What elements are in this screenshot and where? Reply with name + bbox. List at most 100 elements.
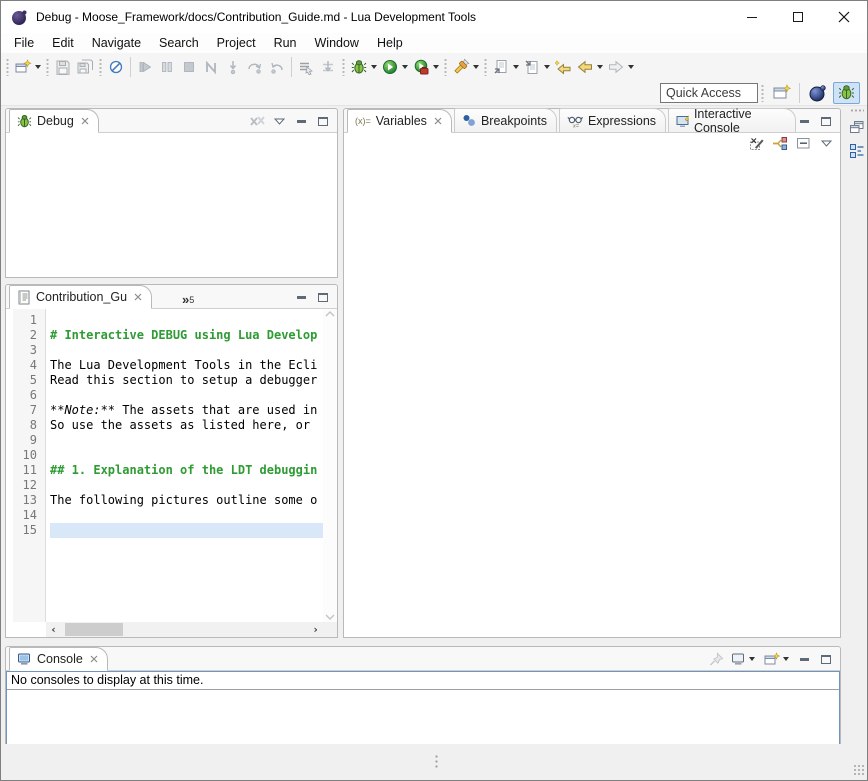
new-wizard-button[interactable] bbox=[12, 55, 43, 79]
menu-item[interactable]: Navigate bbox=[83, 34, 150, 52]
debug-panel-content[interactable] bbox=[6, 133, 337, 277]
lua-perspective-button[interactable] bbox=[804, 82, 831, 104]
console-message-area[interactable]: No consoles to display at this time. bbox=[6, 671, 840, 745]
debug-button[interactable] bbox=[348, 55, 379, 79]
search-button[interactable] bbox=[450, 55, 481, 79]
pin-console-button[interactable] bbox=[708, 652, 724, 666]
scrollbar-track[interactable] bbox=[61, 622, 308, 637]
editor-line[interactable]: 8 So use the assets as listed here, or bbox=[6, 418, 323, 433]
resume-button[interactable] bbox=[134, 55, 156, 79]
close-tab-button[interactable] bbox=[90, 655, 98, 663]
view-menu-button[interactable] bbox=[271, 114, 287, 128]
drop-to-frame-button[interactable] bbox=[317, 55, 339, 79]
toolbar-drag-handle[interactable] bbox=[760, 84, 765, 102]
skip-all-breakpoints-button[interactable] bbox=[105, 55, 127, 79]
editor-line[interactable]: 6 bbox=[6, 388, 323, 403]
previous-annotation-button[interactable] bbox=[521, 55, 552, 79]
trim-drag-handle[interactable] bbox=[850, 109, 864, 112]
toolbar-drag-handle[interactable] bbox=[45, 58, 50, 76]
menu-item[interactable]: Window bbox=[306, 34, 368, 52]
restore-views-button[interactable] bbox=[849, 120, 865, 135]
disconnect-button[interactable] bbox=[200, 55, 222, 79]
scrollbar-thumb[interactable] bbox=[65, 623, 123, 636]
editor-line[interactable]: 11 ## 1. Explanation of the LDT debuggin bbox=[6, 463, 323, 478]
collapse-all-button[interactable] bbox=[795, 136, 811, 150]
show-logical-structure-button[interactable] bbox=[772, 136, 788, 150]
external-tools-button[interactable] bbox=[410, 55, 441, 79]
last-edit-location-button[interactable] bbox=[552, 55, 574, 79]
tab-variables[interactable]: (x)= Variables bbox=[347, 109, 452, 133]
forward-button[interactable] bbox=[605, 55, 636, 79]
editor-line[interactable]: 7 **Note:** The assets that are used in bbox=[6, 403, 323, 418]
minimize-view-button[interactable] bbox=[796, 652, 812, 666]
open-console-button[interactable] bbox=[762, 652, 790, 666]
toolbar-drag-handle[interactable] bbox=[341, 58, 346, 76]
close-tab-button[interactable] bbox=[134, 293, 142, 301]
scroll-left-icon[interactable]: ‹ bbox=[46, 622, 61, 637]
minimize-view-button[interactable] bbox=[293, 114, 309, 128]
maximize-view-button[interactable] bbox=[315, 290, 331, 304]
tab-expressions[interactable]: x= Expressions bbox=[559, 108, 666, 132]
minimize-view-button[interactable] bbox=[796, 114, 812, 128]
tab-interactive-console[interactable]: Interactive Console bbox=[668, 108, 796, 132]
menu-item[interactable]: Search bbox=[150, 34, 208, 52]
editor-line[interactable]: 12 bbox=[6, 478, 323, 493]
step-return-button[interactable] bbox=[266, 55, 288, 79]
toolbar-drag-handle[interactable] bbox=[5, 58, 10, 76]
menu-item[interactable]: Project bbox=[208, 34, 265, 52]
run-button[interactable] bbox=[379, 55, 410, 79]
resize-grip[interactable] bbox=[853, 764, 865, 776]
tab-console[interactable]: Console bbox=[9, 647, 108, 671]
quick-access-input[interactable] bbox=[660, 83, 758, 103]
save-all-button[interactable] bbox=[74, 55, 96, 79]
remove-all-terminated-button[interactable] bbox=[249, 114, 265, 128]
minimize-view-button[interactable] bbox=[293, 290, 309, 304]
editor-line[interactable]: 5 Read this section to setup a debugger bbox=[6, 373, 323, 388]
step-into-button[interactable] bbox=[222, 55, 244, 79]
editor-line[interactable]: 1 bbox=[6, 313, 323, 328]
tab-contribution-guide[interactable]: Contribution_Gu bbox=[9, 285, 152, 309]
more-editors-indicator[interactable]: »5 bbox=[182, 294, 194, 308]
editor-line[interactable]: 15 bbox=[6, 523, 323, 538]
menu-item[interactable]: Run bbox=[265, 34, 306, 52]
variables-panel-content[interactable] bbox=[344, 133, 840, 637]
display-selected-console-button[interactable] bbox=[730, 652, 756, 666]
editor-line[interactable]: 14 bbox=[6, 508, 323, 523]
editor-line[interactable]: 10 bbox=[6, 448, 323, 463]
step-over-button[interactable] bbox=[244, 55, 266, 79]
save-button[interactable] bbox=[52, 55, 74, 79]
editor-line[interactable]: 2 # Interactive DEBUG using Lua Develop bbox=[6, 328, 323, 343]
next-annotation-button[interactable] bbox=[490, 55, 521, 79]
debug-perspective-button[interactable] bbox=[833, 82, 860, 104]
close-tab-button[interactable] bbox=[81, 117, 89, 125]
tab-breakpoints[interactable]: Breakpoints bbox=[454, 108, 557, 132]
tab-debug-view[interactable]: Debug bbox=[9, 109, 99, 133]
maximize-view-button[interactable] bbox=[818, 652, 834, 666]
editor-content[interactable]: 1 2 # Interactive DEBUG using Lua Develo… bbox=[6, 309, 337, 637]
menu-item[interactable]: Help bbox=[368, 34, 412, 52]
show-type-names-button[interactable] bbox=[749, 136, 765, 150]
editor-line[interactable]: 13 The following pictures outline some o bbox=[6, 493, 323, 508]
maximize-view-button[interactable] bbox=[315, 114, 331, 128]
terminate-button[interactable] bbox=[178, 55, 200, 79]
statusbar-drag-handle[interactable] bbox=[435, 754, 438, 770]
use-step-filters-button[interactable] bbox=[295, 55, 317, 79]
toolbar-drag-handle[interactable] bbox=[483, 58, 488, 76]
close-tab-button[interactable] bbox=[434, 117, 442, 125]
back-button[interactable] bbox=[574, 55, 605, 79]
maximize-view-button[interactable] bbox=[818, 114, 834, 128]
menu-item[interactable]: File bbox=[5, 34, 43, 52]
outline-view-button[interactable] bbox=[849, 143, 865, 159]
open-perspective-button[interactable] bbox=[768, 82, 795, 104]
editor-line[interactable]: 3 bbox=[6, 343, 323, 358]
toolbar-drag-handle[interactable] bbox=[98, 58, 103, 76]
scroll-right-icon[interactable]: › bbox=[308, 622, 323, 637]
close-window-button[interactable] bbox=[821, 1, 867, 33]
suspend-button[interactable] bbox=[156, 55, 178, 79]
minimize-window-button[interactable] bbox=[729, 1, 775, 33]
toolbar-drag-handle[interactable] bbox=[443, 58, 448, 76]
maximize-window-button[interactable] bbox=[775, 1, 821, 33]
view-menu-button[interactable] bbox=[818, 136, 834, 150]
console-panel-content[interactable]: No consoles to display at this time. bbox=[6, 671, 840, 745]
editor-horizontal-scrollbar[interactable]: ‹ › bbox=[46, 622, 323, 637]
